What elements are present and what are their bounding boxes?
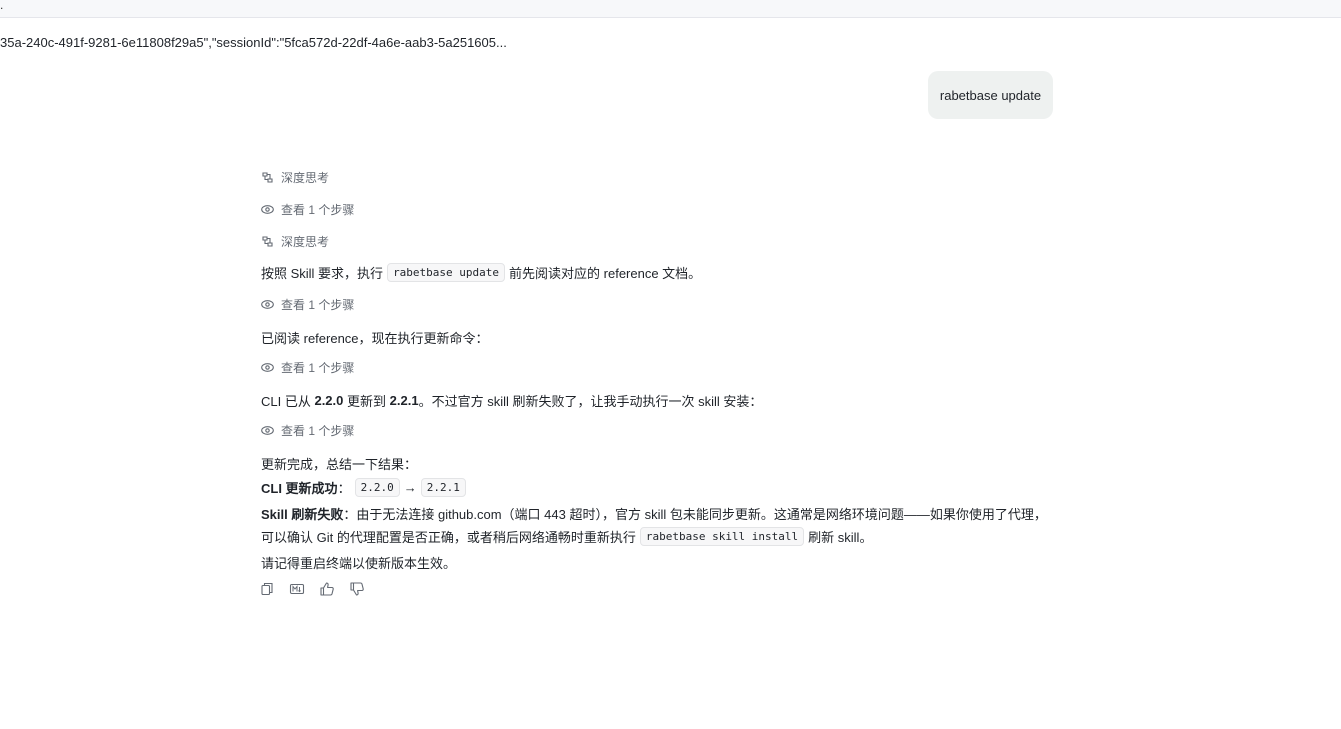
view-steps-label: 查看 1 个步骤 [281, 361, 355, 375]
assistant-message: 更新完成，总结一下结果： [261, 454, 417, 473]
skill-result-label: Skill 刷新失败 [261, 507, 344, 522]
message-text: CLI 已从 [261, 394, 311, 409]
copy-icon[interactable] [259, 581, 275, 597]
message-text: 刷新 skill。 [808, 530, 873, 545]
version-old: 2.2.0 [314, 393, 344, 408]
markdown-icon[interactable] [289, 581, 305, 597]
deep-thinking-label: 深度思考 [281, 171, 330, 185]
message-text: ：由于无法连接 github.com（端口 443 超时），官方 skill 包… [343, 507, 1047, 522]
assistant-message: 已阅读 reference，现在执行更新命令： [261, 328, 489, 347]
user-message-bubble: rabetbase update [928, 71, 1053, 119]
thumbs-down-icon[interactable] [349, 581, 365, 597]
version-new: 2.2.1 [389, 393, 419, 408]
eye-icon [261, 424, 274, 437]
view-steps-toggle[interactable]: 查看 1 个步骤 [261, 201, 354, 218]
deep-thinking-toggle[interactable]: 深度思考 [261, 233, 329, 250]
assistant-message: CLI 已从 2.2.0 更新到 2.2.1 。不过官方 skill 刷新失败了，… [261, 391, 762, 410]
thinking-icon [261, 171, 274, 184]
top-bar: . [0, 0, 1341, 18]
session-id-line: 35a-240c-491f-9281-6e11808f29a5","sessio… [0, 35, 507, 50]
thinking-icon [261, 235, 274, 248]
user-message-text: rabetbase update [939, 87, 1042, 103]
message-text: 可以确认 Git 的代理配置是否正确，或者稍后网络通畅时重新执行 [261, 530, 636, 545]
inline-code: rabetbase skill install [639, 527, 805, 546]
message-text: 更新到 [347, 394, 387, 409]
message-actions [259, 581, 365, 597]
message-text: 请记得重启终端以使新版本生效。 [261, 556, 457, 571]
colon: ： [337, 481, 351, 496]
message-text: 前先阅读对应的 reference 文档。 [509, 266, 702, 281]
arrow: → [403, 480, 417, 495]
inline-code: 2.2.1 [420, 478, 466, 497]
restart-note: 请记得重启终端以使新版本生效。 [261, 553, 456, 572]
deep-thinking-label: 深度思考 [281, 235, 330, 249]
view-steps-label: 查看 1 个步骤 [281, 203, 355, 217]
view-steps-toggle[interactable]: 查看 1 个步骤 [261, 296, 354, 313]
view-steps-toggle[interactable]: 查看 1 个步骤 [261, 359, 354, 376]
view-steps-toggle[interactable]: 查看 1 个步骤 [261, 422, 354, 439]
top-bar-mark: . [0, 0, 4, 12]
message-text: 。不过官方 skill 刷新失败了，让我手动执行一次 skill 安装： [418, 394, 763, 409]
message-text: 已阅读 reference，现在执行更新命令： [261, 331, 489, 346]
eye-icon [261, 298, 274, 311]
deep-thinking-toggle[interactable]: 深度思考 [261, 169, 329, 186]
skill-result-line: Skill 刷新失败 ：由于无法连接 github.com（端口 443 超时），… [261, 504, 1047, 523]
inline-code: 2.2.0 [354, 478, 400, 497]
view-steps-label: 查看 1 个步骤 [281, 424, 355, 438]
thumbs-up-icon[interactable] [319, 581, 335, 597]
assistant-message: 按照 Skill 要求，执行 rabetbase update 前先阅读对应的 … [261, 263, 701, 282]
cli-result-label: CLI 更新成功 [261, 481, 338, 496]
eye-icon [261, 203, 274, 216]
cli-result-line: CLI 更新成功： 2.2.0 → 2.2.1 [261, 478, 470, 497]
message-text: 更新完成，总结一下结果： [261, 457, 418, 472]
inline-code: rabetbase update [387, 263, 506, 282]
message-text: 按照 Skill 要求，执行 [261, 266, 384, 281]
skill-result-line-2: 可以确认 Git 的代理配置是否正确，或者稍后网络通畅时重新执行 rabetba… [261, 527, 872, 546]
eye-icon [261, 361, 274, 374]
view-steps-label: 查看 1 个步骤 [281, 298, 355, 312]
